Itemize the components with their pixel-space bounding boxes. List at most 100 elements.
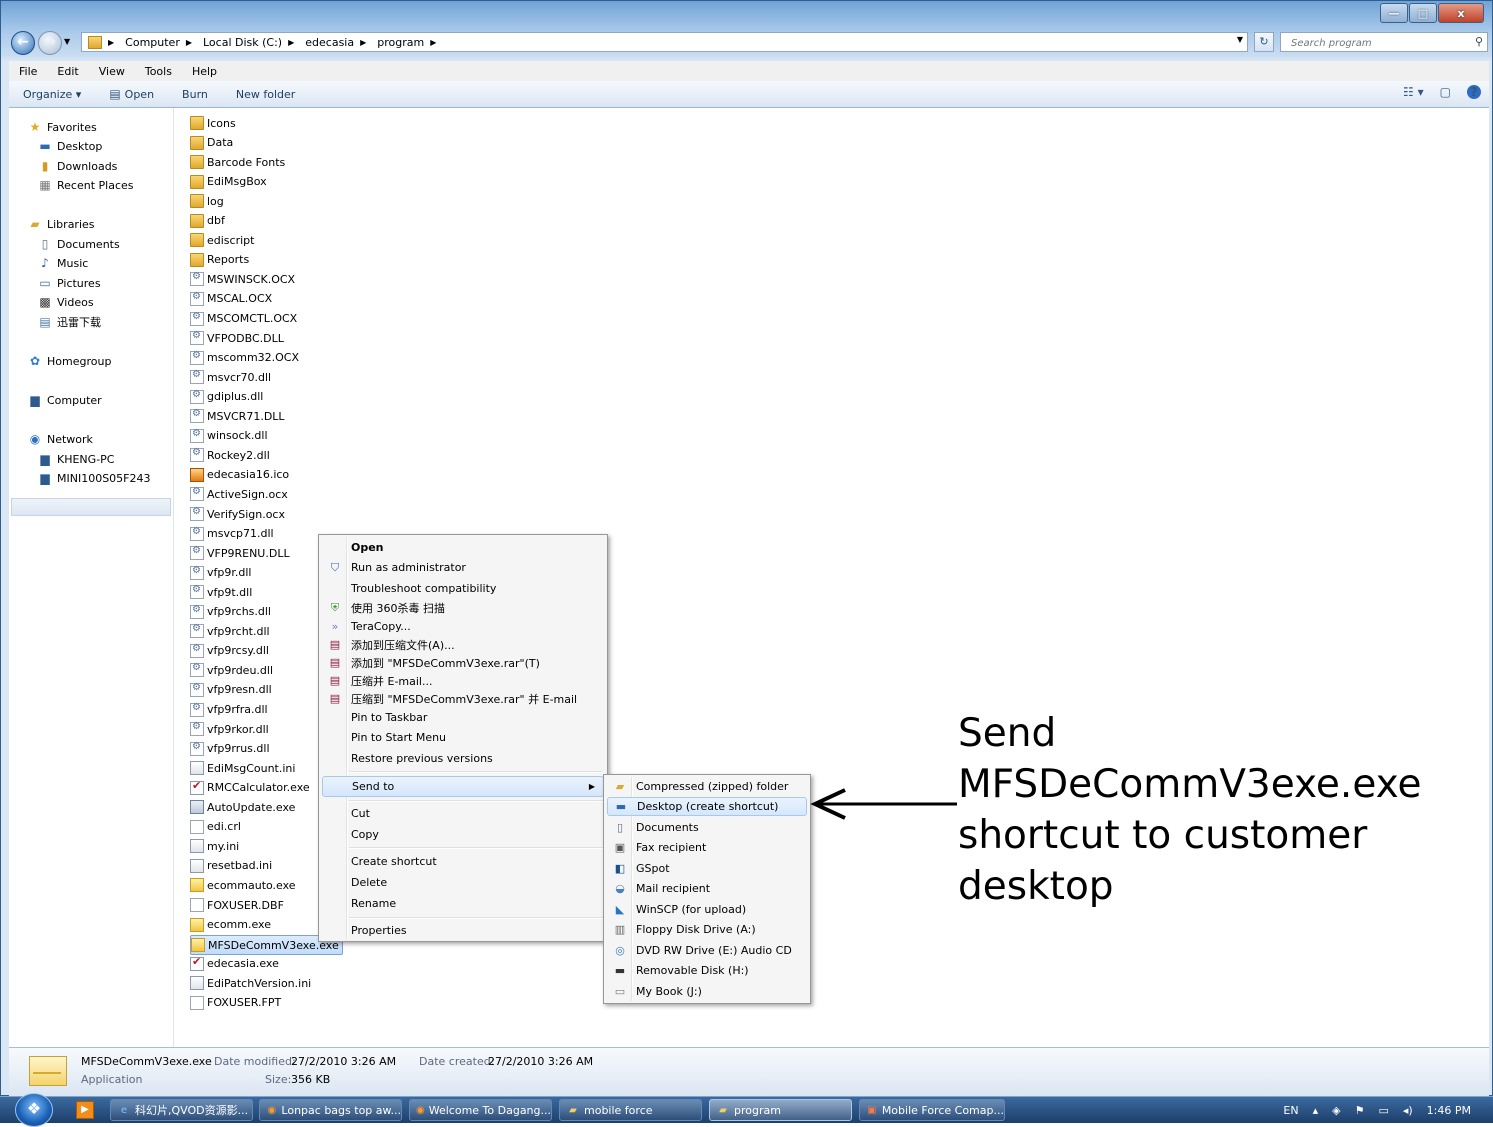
minimize-button[interactable]: — [1380, 3, 1408, 23]
search-box[interactable]: ⚲ [1280, 32, 1488, 52]
file-list-item[interactable]: vfp9rcsy.dll [190, 642, 269, 660]
address-bar[interactable]: ▶ Computer ▶ Local Disk (C:) ▶ edecasia … [81, 32, 1248, 52]
search-input[interactable] [1289, 34, 1473, 52]
file-list-item[interactable]: vfp9rcht.dll [190, 622, 270, 640]
menu-tools[interactable]: Tools [135, 65, 182, 78]
search-icon[interactable]: ⚲ [1475, 35, 1483, 48]
file-list-item[interactable]: VFP9RENU.DLL [190, 544, 290, 562]
burn-button[interactable]: Burn [168, 88, 222, 101]
file-list-item[interactable]: edecasia16.ico [190, 466, 289, 484]
file-list-item[interactable]: MSVCR71.DLL [190, 407, 285, 425]
breadcrumb-edecasia[interactable]: edecasia [305, 36, 354, 49]
menu-item-360-scan[interactable]: ⛨ 使用 360杀毒 扫描 [322, 598, 604, 617]
nav-favorites[interactable]: ★ Favorites [27, 118, 97, 136]
volume-icon[interactable]: ◂) [1403, 1104, 1413, 1117]
breadcrumb-root-chevron-icon[interactable]: ▶ [108, 38, 119, 47]
close-button[interactable]: x [1438, 3, 1484, 23]
nav-recent-places[interactable]: ▦ Recent Places [37, 176, 133, 194]
breadcrumb-program[interactable]: program [377, 36, 424, 49]
nav-pictures[interactable]: ▭ Pictures [37, 274, 100, 292]
breadcrumb-chevron-icon[interactable]: ▶ [186, 38, 197, 47]
sendto-gspot[interactable]: ◧ GSpot [607, 859, 807, 878]
network-tray-icon[interactable]: ▭ [1378, 1104, 1388, 1117]
new-folder-button[interactable]: New folder [222, 88, 309, 101]
menu-item-run-as-admin[interactable]: ⛉ Run as administrator [322, 558, 604, 577]
file-list-item[interactable]: FOXUSER.FPT [190, 994, 281, 1012]
menu-item-rename[interactable]: Rename [322, 894, 604, 913]
menu-item-open[interactable]: Open [322, 538, 604, 557]
file-list-item[interactable]: Icons [190, 114, 236, 132]
file-list-item[interactable]: vfp9rrus.dll [190, 740, 270, 758]
clock[interactable]: 1:46 PM [1427, 1104, 1471, 1117]
file-list-item[interactable]: my.ini [190, 837, 239, 855]
nav-music[interactable]: ♪ Music [37, 254, 88, 272]
sendto-documents[interactable]: ▯ Documents [607, 818, 807, 837]
menu-item-cut[interactable]: Cut [322, 804, 604, 823]
taskbar-item-program[interactable]: ▰ program [709, 1099, 852, 1121]
sendto-my-book[interactable]: ▭ My Book (J:) [607, 982, 807, 1001]
menu-item-rar-named-email[interactable]: ▤ 压缩到 "MFSDeCommV3exe.rar" 并 E-mail [322, 689, 604, 708]
menu-file[interactable]: File [9, 65, 47, 78]
breadcrumb-computer[interactable]: Computer [125, 36, 180, 49]
file-list-item[interactable]: vfp9resn.dll [190, 681, 272, 699]
menu-item-rar-add-named[interactable]: ▤ 添加到 "MFSDeCommV3exe.rar"(T) [322, 653, 604, 672]
sendto-desktop-shortcut[interactable]: ▬ Desktop (create shortcut) [607, 797, 807, 816]
menu-item-create-shortcut[interactable]: Create shortcut [322, 852, 604, 871]
address-dropdown-icon[interactable]: ▼ [1237, 35, 1243, 44]
sendto-removable-disk[interactable]: ▬ Removable Disk (H:) [607, 961, 807, 980]
menu-item-pin-taskbar[interactable]: Pin to Taskbar [322, 708, 604, 727]
language-indicator[interactable]: EN [1283, 1104, 1298, 1117]
file-list-item[interactable]: VerifySign.ocx [190, 505, 285, 523]
refresh-button[interactable]: ↻ [1254, 32, 1274, 52]
menu-item-properties[interactable]: Properties [322, 921, 604, 940]
sendto-winscp[interactable]: ◣ WinSCP (for upload) [607, 900, 807, 919]
nav-xunlei[interactable]: ▤ 迅雷下载 [37, 313, 101, 331]
sendto-fax-recipient[interactable]: ▣ Fax recipient [607, 838, 807, 857]
file-list-item[interactable]: Rockey2.dll [190, 446, 270, 464]
file-list-item[interactable]: msvcp71.dll [190, 525, 274, 543]
breadcrumb-local-disk[interactable]: Local Disk (C:) [203, 36, 282, 49]
file-list-item[interactable]: ecomm.exe [190, 916, 271, 934]
nav-network[interactable]: ◉ Network [27, 430, 93, 448]
file-list-item[interactable]: FOXUSER.DBF [190, 896, 284, 914]
menu-item-delete[interactable]: Delete [322, 873, 604, 892]
menu-item-troubleshoot[interactable]: Troubleshoot compatibility [322, 579, 604, 598]
file-list-item[interactable]: AutoUpdate.exe [190, 798, 295, 816]
taskbar-item-mobile-force-comap[interactable]: ▣ Mobile Force Comap... [859, 1099, 1005, 1121]
tray-app-icon[interactable]: ◈ [1332, 1104, 1340, 1117]
nav-desktop[interactable]: ▬ Desktop [37, 137, 102, 155]
nav-homegroup[interactable]: ✿ Homegroup [27, 352, 111, 370]
menu-item-send-to[interactable]: Send to ▶ [322, 776, 604, 797]
media-player-icon[interactable]: ▶ [76, 1101, 94, 1119]
file-list-item[interactable]: edi.crl [190, 818, 241, 836]
back-button[interactable]: ← [11, 31, 35, 55]
help-icon[interactable]: ? [1467, 85, 1481, 99]
file-list-item[interactable]: VFPODBC.DLL [190, 329, 284, 347]
preview-pane-icon[interactable]: ▢ [1440, 85, 1451, 99]
file-list-item[interactable]: dbf [190, 212, 225, 230]
breadcrumb-chevron-icon[interactable]: ▶ [360, 38, 371, 47]
nav-computer[interactable]: ▆ Computer [27, 391, 101, 409]
file-list-item[interactable]: vfp9rchs.dll [190, 603, 271, 621]
file-list-item[interactable]: RMCCalculator.exe [190, 779, 310, 797]
file-list-item[interactable]: vfp9rkor.dll [190, 720, 269, 738]
file-list-item[interactable]: vfp9t.dll [190, 583, 252, 601]
taskbar-item-dagang[interactable]: ◉ Welcome To Dagang... [409, 1099, 552, 1121]
file-list-item[interactable]: msvcr70.dll [190, 368, 271, 386]
file-list-item[interactable]: ediscript [190, 231, 254, 249]
maximize-button[interactable]: □ [1409, 3, 1437, 23]
change-view-icon[interactable]: ☷ ▾ [1403, 85, 1424, 99]
file-list-item[interactable]: MSCAL.OCX [190, 290, 272, 308]
show-hidden-icons-icon[interactable]: ▴ [1313, 1104, 1319, 1117]
organize-button[interactable]: Organize ▾ [9, 88, 95, 101]
menu-item-restore-versions[interactable]: Restore previous versions [322, 749, 604, 768]
forward-button[interactable]: → [38, 31, 62, 55]
file-list-item[interactable]: vfp9rdeu.dll [190, 661, 273, 679]
nav-downloads[interactable]: ▮ Downloads [37, 157, 118, 175]
sendto-dvd-drive[interactable]: ◎ DVD RW Drive (E:) Audio CD [607, 941, 807, 960]
taskbar-item-ie-qvod[interactable]: e 科幻片,QVOD资源影... [110, 1099, 253, 1121]
menu-item-teracopy[interactable]: » TeraCopy... [322, 617, 604, 636]
file-list-item[interactable]: EdiMsgBox [190, 173, 267, 191]
nav-kheng-pc[interactable]: ▆ KHENG-PC [37, 450, 114, 468]
nav-documents[interactable]: ▯ Documents [37, 235, 120, 253]
